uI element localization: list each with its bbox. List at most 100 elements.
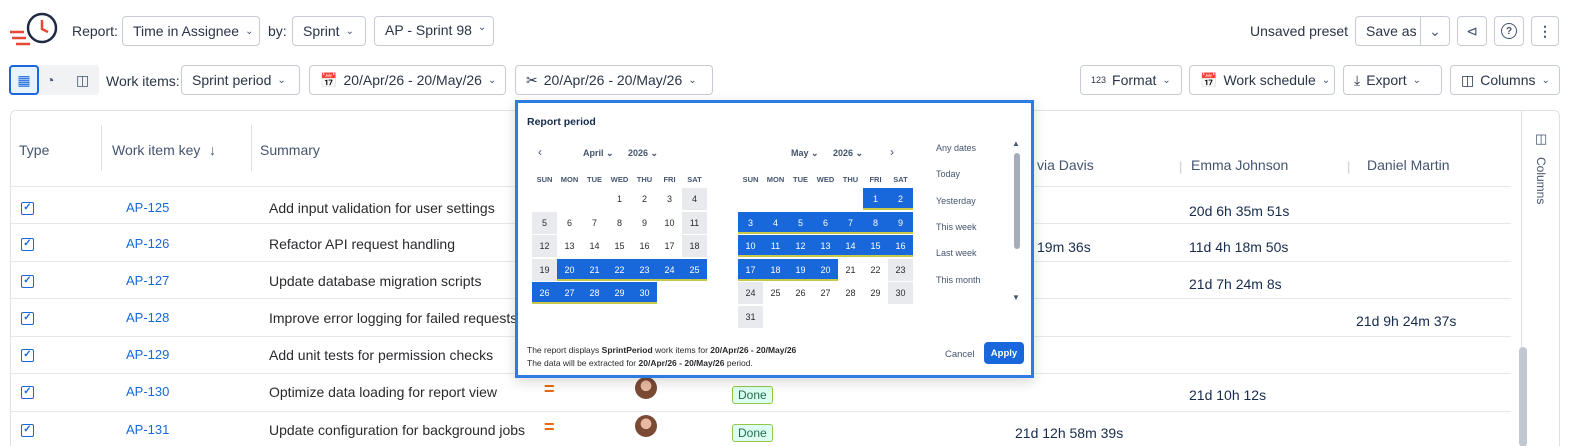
calendar-day[interactable]: 14	[838, 235, 863, 257]
calendar-day[interactable]: 18	[763, 258, 788, 281]
report-select[interactable]: Time in Assignee ⌄	[122, 16, 260, 46]
checkbox-icon[interactable]: ✓	[21, 349, 34, 362]
date-range-select[interactable]: 📅 20/Apr/26 - 20/May/26 ⌄	[309, 65, 506, 95]
work-item-key-link[interactable]: AP-125	[126, 200, 169, 215]
sprint-select[interactable]: AP - Sprint 98 ⌄	[374, 16, 494, 46]
grid-view-button[interactable]: ▦	[9, 65, 39, 95]
work-schedule-button[interactable]: 📅 Work schedule ⌄	[1189, 65, 1335, 95]
calendar-day[interactable]: 23	[888, 258, 913, 281]
chart-view-button[interactable]: ◔	[46, 72, 54, 88]
header-key[interactable]: Work item key	[112, 142, 200, 158]
quick-date-option[interactable]: This month	[936, 275, 981, 285]
calendar-day[interactable]: 25	[763, 282, 788, 304]
work-items-select[interactable]: Sprint period ⌄	[181, 65, 300, 95]
calendar-day[interactable]: 9	[632, 212, 657, 234]
calendar-day[interactable]: 5	[532, 211, 557, 234]
calendar-day[interactable]: 13	[813, 235, 838, 257]
work-item-key-link[interactable]: AP-128	[126, 310, 169, 325]
calendar-day[interactable]: 1	[863, 188, 888, 210]
calendar-day[interactable]: 25	[682, 258, 707, 281]
quick-date-option[interactable]: Last week	[936, 248, 977, 258]
header-assignee-2[interactable]: Emma Johnson	[1191, 157, 1288, 173]
checkbox-icon[interactable]: ✓	[21, 275, 34, 288]
report-period-select[interactable]: ✂ 20/Apr/26 - 20/May/26 ⌄	[515, 65, 713, 95]
calendar-day[interactable]: 10	[738, 235, 763, 257]
calendar-day[interactable]: 5	[788, 211, 813, 234]
calendar-day[interactable]: 7	[582, 212, 607, 234]
calendar-day[interactable]: 8	[863, 211, 888, 234]
save-as-button[interactable]: Save as	[1355, 16, 1421, 46]
calendar-day[interactable]: 21	[582, 258, 607, 281]
calendar-day[interactable]: 30	[888, 282, 913, 304]
calendar-day[interactable]: 17	[657, 235, 682, 257]
calendar-day[interactable]: 13	[557, 235, 582, 257]
checkbox-icon[interactable]: ✓	[21, 386, 34, 399]
calendar-day[interactable]: 22	[863, 259, 888, 281]
table-row[interactable]: ✓ AP-131 Update configuration for backgrou…	[11, 411, 1511, 446]
calendar-day[interactable]: 1	[607, 188, 632, 210]
calendar-day[interactable]: 14	[582, 235, 607, 257]
calendar-day[interactable]: 7	[838, 211, 863, 234]
header-summary[interactable]: Summary	[260, 142, 320, 158]
pivot-view-button[interactable]: ◫	[76, 72, 89, 89]
columns-button[interactable]: ◫ Columns ⌄	[1450, 65, 1560, 95]
calendar-day[interactable]: 26	[788, 282, 813, 304]
header-type[interactable]: Type	[19, 142, 49, 158]
right-year-select[interactable]: 2026 ⌄	[833, 148, 863, 159]
calendar-day[interactable]: 6	[813, 211, 838, 234]
calendar-day[interactable]: 4	[682, 188, 707, 210]
header-assignee-3[interactable]: Daniel Martin	[1367, 157, 1449, 173]
calendar-day[interactable]: 19	[532, 258, 557, 281]
checkbox-icon[interactable]: ✓	[21, 202, 34, 215]
calendar-day[interactable]: 28	[582, 282, 607, 304]
calendar-day[interactable]: 20	[813, 258, 838, 281]
calendar-day[interactable]: 16	[888, 235, 913, 257]
format-button[interactable]: 123 Format ⌄	[1080, 65, 1182, 95]
work-item-key-link[interactable]: AP-126	[126, 236, 169, 251]
calendar-day[interactable]: 2	[888, 188, 913, 210]
header-assignee-1[interactable]: via Davis	[1037, 157, 1094, 173]
calendar-day[interactable]: 16	[632, 235, 657, 257]
help-button[interactable]: ?	[1494, 16, 1524, 46]
calendar-day[interactable]: 11	[682, 211, 707, 234]
checkbox-icon[interactable]: ✓	[21, 238, 34, 251]
share-button[interactable]: ⊲	[1457, 16, 1487, 46]
left-year-select[interactable]: 2026 ⌄	[628, 148, 658, 159]
calendar-day[interactable]: 27	[557, 282, 582, 304]
scroll-up-icon[interactable]: ▲	[1012, 139, 1020, 148]
calendar-day[interactable]: 10	[657, 212, 682, 234]
quick-date-option[interactable]: Yesterday	[936, 196, 976, 206]
table-row[interactable]: ✓ AP-130 Optimize data loading for report …	[11, 373, 1511, 410]
checkbox-icon[interactable]: ✓	[21, 312, 34, 325]
calendar-day[interactable]: 17	[738, 258, 763, 281]
calendar-day[interactable]: 6	[557, 212, 582, 234]
calendar-day[interactable]: 27	[813, 282, 838, 304]
by-select[interactable]: Sprint ⌄	[292, 16, 366, 46]
calendar-day[interactable]: 15	[607, 235, 632, 257]
scroll-down-icon[interactable]: ▼	[1012, 293, 1020, 302]
calendar-day[interactable]: 19	[788, 258, 813, 281]
calendar-day[interactable]: 3	[657, 188, 682, 210]
calendar-day[interactable]: 12	[532, 235, 557, 257]
sort-down-icon[interactable]: ↓	[209, 142, 216, 158]
calendar-day[interactable]: 29	[863, 282, 888, 304]
checkbox-icon[interactable]: ✓	[21, 424, 34, 437]
calendar-day[interactable]: 9	[888, 211, 913, 234]
calendar-day[interactable]: 23	[632, 258, 657, 281]
calendar-day[interactable]: 15	[863, 235, 888, 257]
quick-date-option[interactable]: Any dates	[936, 143, 976, 153]
calendar-day[interactable]: 4	[763, 211, 788, 234]
left-month-select[interactable]: April ⌄	[583, 148, 614, 159]
calendar-day[interactable]: 2	[632, 188, 657, 210]
quick-dates-scrollbar[interactable]	[1014, 153, 1020, 249]
calendar-day[interactable]: 24	[738, 282, 763, 304]
next-month-button[interactable]: ›	[890, 145, 894, 159]
calendar-day[interactable]: 22	[607, 258, 632, 281]
vertical-scrollbar[interactable]	[1519, 347, 1527, 446]
calendar-day[interactable]: 21	[838, 259, 863, 281]
prev-month-button[interactable]: ‹	[538, 145, 542, 159]
right-month-select[interactable]: May ⌄	[791, 148, 819, 159]
quick-date-option[interactable]: Today	[936, 169, 960, 179]
work-item-key-link[interactable]: AP-127	[126, 273, 169, 288]
cancel-button[interactable]: Cancel	[945, 349, 975, 360]
